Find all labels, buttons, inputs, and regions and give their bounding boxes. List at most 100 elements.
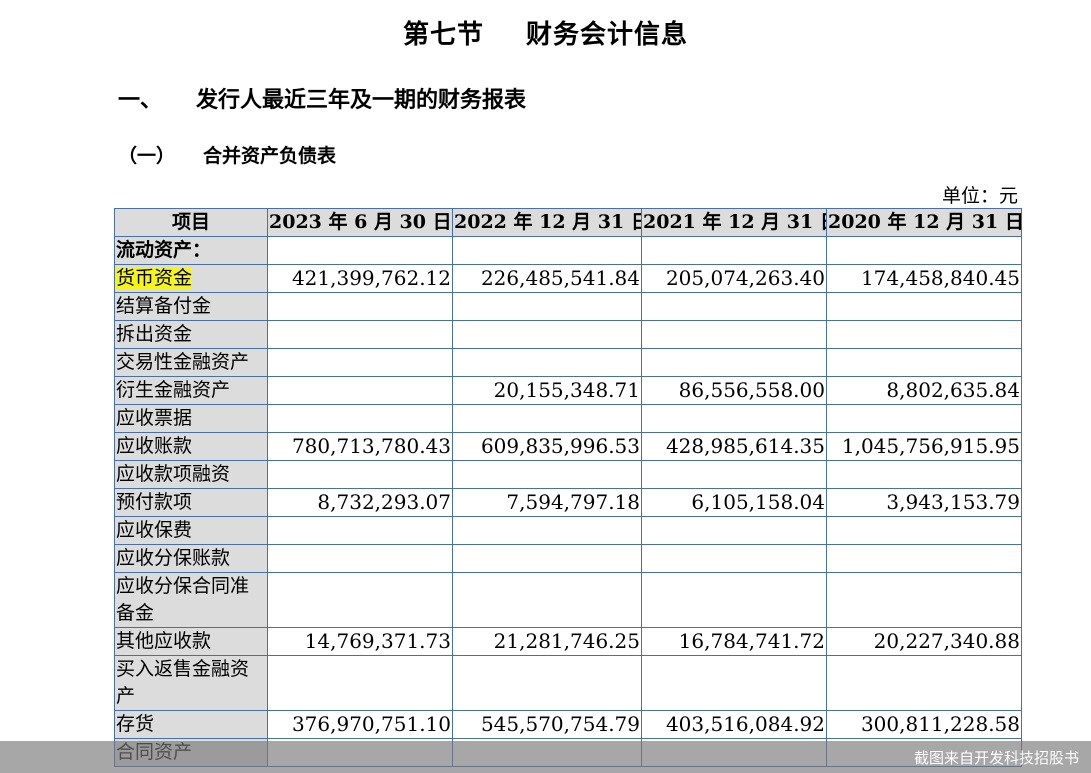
row-label: 应收票据 bbox=[114, 404, 268, 433]
row-value bbox=[452, 236, 642, 265]
watermark-text: 截图来自开发科技招股书 bbox=[913, 749, 1079, 767]
table-row: 货币资金 421,399,762.12 226,485,541.84 205,074,… bbox=[114, 264, 1022, 293]
row-label: 预付款项 bbox=[114, 488, 268, 517]
row-label: 衍生金融资产 bbox=[114, 376, 268, 405]
row-value bbox=[826, 516, 1022, 545]
table-row: 应收分保合同准备金 bbox=[114, 572, 1022, 628]
row-value bbox=[267, 320, 453, 349]
row-value bbox=[452, 404, 642, 433]
table-body: 流动资产： 货币资金 421,399,762.12 226,485,541.84 205… bbox=[114, 236, 1022, 767]
row-value: 609,835,996.53 bbox=[452, 432, 642, 461]
row-label-text: 应收票据 bbox=[116, 407, 193, 429]
row-label: 买入返售金融资产 bbox=[114, 655, 268, 711]
row-value bbox=[826, 404, 1022, 433]
column-header: 项目 bbox=[114, 208, 268, 237]
heading-level-2: （一） 合并资产负债表 bbox=[118, 141, 336, 168]
row-value bbox=[267, 655, 453, 711]
table-row: 存货 376,970,751.10 545,570,754.79 403,516,08… bbox=[114, 710, 1022, 739]
table-row: 预付款项 8,732,293.07 7,594,797.18 6,105,158.04… bbox=[114, 488, 1022, 517]
row-label: 结算备付金 bbox=[114, 292, 268, 321]
row-value: 20,155,348.71 bbox=[452, 376, 642, 405]
column-header: 2021 年 12 月 31 日 bbox=[641, 208, 827, 237]
row-value: 403,516,084.92 bbox=[641, 710, 827, 739]
row-label-text: 应收款项融资 bbox=[116, 463, 231, 485]
row-value: 21,281,746.25 bbox=[452, 627, 642, 656]
table-row: 结算备付金 bbox=[114, 292, 1022, 321]
row-value: 14,769,371.73 bbox=[267, 627, 453, 656]
row-value: 174,458,840.45 bbox=[826, 264, 1022, 293]
row-value: 86,556,558.00 bbox=[641, 376, 827, 405]
table-row: 买入返售金融资产 bbox=[114, 655, 1022, 711]
row-value bbox=[826, 572, 1022, 628]
row-label: 其他应收款 bbox=[114, 627, 268, 656]
table-header-row: 项目 2023 年 6 月 30 日 2022 年 12 月 31 日 2021… bbox=[114, 208, 1022, 237]
balance-sheet-table: 项目 2023 年 6 月 30 日 2022 年 12 月 31 日 2021… bbox=[114, 208, 1022, 767]
section-number: 第七节 bbox=[402, 20, 484, 50]
row-value bbox=[826, 544, 1022, 573]
table-row: 拆出资金 bbox=[114, 320, 1022, 349]
row-value bbox=[452, 348, 642, 377]
row-label: 应收分保合同准备金 bbox=[114, 572, 268, 628]
row-value bbox=[641, 544, 827, 573]
row-value bbox=[826, 320, 1022, 349]
row-value: 421,399,762.12 bbox=[267, 264, 453, 293]
row-value: 8,732,293.07 bbox=[267, 488, 453, 517]
row-value bbox=[267, 516, 453, 545]
watermark-bar: 截图来自开发科技招股书 bbox=[0, 741, 1091, 773]
row-value: 6,105,158.04 bbox=[641, 488, 827, 517]
row-value: 780,713,780.43 bbox=[267, 432, 453, 461]
row-value bbox=[826, 655, 1022, 711]
row-label-text: 应收分保合同准备金 bbox=[116, 575, 250, 624]
row-label: 应收保费 bbox=[114, 516, 268, 545]
row-value bbox=[826, 460, 1022, 489]
row-label-text: 预付款项 bbox=[116, 491, 193, 513]
row-label: 货币资金 bbox=[114, 264, 268, 293]
row-value bbox=[641, 404, 827, 433]
row-value bbox=[452, 544, 642, 573]
row-value bbox=[641, 655, 827, 711]
row-value bbox=[267, 404, 453, 433]
row-value: 7,594,797.18 bbox=[452, 488, 642, 517]
row-value bbox=[452, 320, 642, 349]
row-value: 205,074,263.40 bbox=[641, 264, 827, 293]
heading-1-number: 一、 bbox=[118, 88, 163, 113]
row-value bbox=[267, 460, 453, 489]
row-label-text: 买入返售金融资产 bbox=[116, 658, 250, 707]
row-label: 应收款项融资 bbox=[114, 460, 268, 489]
row-value bbox=[452, 516, 642, 545]
row-label-text: 流动资产： bbox=[116, 239, 212, 261]
heading-1-text: 发行人最近三年及一期的财务报表 bbox=[196, 88, 527, 113]
row-label: 交易性金融资产 bbox=[114, 348, 268, 377]
row-value: 1,045,756,915.95 bbox=[826, 432, 1022, 461]
row-value: 20,227,340.88 bbox=[826, 627, 1022, 656]
row-value bbox=[267, 292, 453, 321]
table-row: 应收保费 bbox=[114, 516, 1022, 545]
row-label-text: 应收分保账款 bbox=[116, 547, 231, 569]
column-header: 2020 年 12 月 31 日 bbox=[826, 208, 1022, 237]
heading-2-number: （一） bbox=[118, 145, 176, 167]
row-label-text: 应收账款 bbox=[116, 435, 193, 457]
section-title: 第七节 财务会计信息 bbox=[0, 14, 1091, 51]
row-label-text: 拆出资金 bbox=[116, 323, 193, 345]
row-value bbox=[826, 236, 1022, 265]
row-label: 应收分保账款 bbox=[114, 544, 268, 573]
row-value bbox=[641, 236, 827, 265]
row-label-text: 其他应收款 bbox=[116, 630, 212, 652]
row-label-text: 衍生金融资产 bbox=[116, 379, 231, 401]
unit-label: 单位：元 bbox=[941, 185, 1018, 207]
row-value: 3,943,153.79 bbox=[826, 488, 1022, 517]
heading-2-text: 合并资产负债表 bbox=[203, 145, 337, 167]
row-label: 流动资产： bbox=[114, 236, 268, 265]
table-row: 衍生金融资产 20,155,348.71 86,556,558.00 8,802,63… bbox=[114, 376, 1022, 405]
section-name: 财务会计信息 bbox=[526, 20, 689, 50]
row-value: 428,985,614.35 bbox=[641, 432, 827, 461]
row-value bbox=[826, 348, 1022, 377]
row-value bbox=[641, 320, 827, 349]
table-row: 应收分保账款 bbox=[114, 544, 1022, 573]
row-value bbox=[826, 292, 1022, 321]
row-value bbox=[267, 572, 453, 628]
row-value bbox=[641, 572, 827, 628]
row-label-text: 存货 bbox=[116, 713, 155, 735]
row-label: 存货 bbox=[114, 710, 268, 739]
table-row: 应收款项融资 bbox=[114, 460, 1022, 489]
